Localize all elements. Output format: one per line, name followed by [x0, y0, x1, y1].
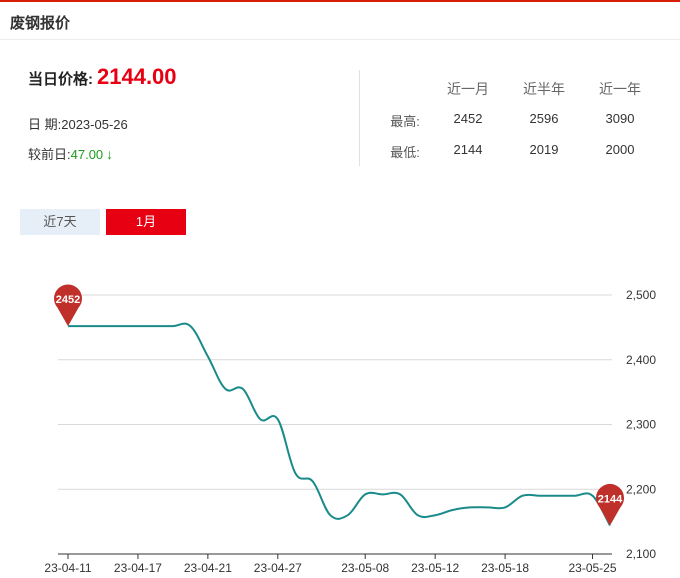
vertical-divider — [359, 70, 360, 166]
price-label: 当日价格: — [28, 71, 93, 88]
stats-high-month: 2452 — [453, 111, 483, 126]
date-row: 日 期:2023-05-26 — [28, 114, 128, 133]
date-value: 2023-05-26 — [61, 117, 128, 132]
panel-title: 废钢报价 — [10, 15, 71, 32]
stats-high-half-year: 2596 — [529, 111, 559, 126]
y-tick-label: 2,100 — [626, 547, 656, 561]
chart-grid — [58, 294, 612, 555]
current-price: 当日价格: 2144.00 — [28, 64, 177, 90]
x-tick-label: 23-04-17 — [114, 561, 162, 575]
stats-low-half-year: 2019 — [529, 142, 559, 157]
x-tick-label: 23-05-12 — [411, 561, 459, 575]
change-label: 较前日: — [28, 147, 71, 162]
stats-header-half-year: 近半年 — [523, 81, 565, 97]
x-tick-label: 23-04-11 — [44, 561, 91, 575]
change-value: 47.00 — [70, 147, 104, 162]
x-tick-label: 23-05-08 — [341, 561, 389, 575]
date-label: 日 期: — [28, 117, 62, 132]
pin-label: 2144 — [598, 494, 623, 506]
pin-label: 2452 — [56, 294, 80, 306]
down-arrow-icon: ↓ — [106, 146, 114, 162]
price-pin: 2144 — [596, 483, 624, 526]
y-tick-label: 2,200 — [626, 482, 656, 496]
x-tick-label: 23-04-27 — [254, 561, 302, 575]
y-tick-label: 2,500 — [626, 288, 656, 302]
stats-low-year: 2000 — [605, 142, 635, 157]
stats-high-year: 3090 — [605, 111, 635, 126]
price-value: 2144.00 — [97, 64, 177, 89]
y-tick-label: 2,300 — [626, 418, 656, 432]
y-axis-ticks: 2,500 2,400 2,300 2,200 2,100 — [626, 288, 656, 561]
stats-row-high-label: 最高: — [390, 114, 420, 129]
x-tick-label: 23-05-18 — [481, 561, 529, 575]
x-axis-ticks: 23-04-11 23-04-17 23-04-21 23-04-27 23-05-08… — [44, 553, 617, 575]
stats-low-month: 2144 — [453, 142, 483, 157]
y-tick-label: 2,400 — [626, 353, 656, 367]
price-pin: 2452 — [54, 284, 82, 327]
panel-header: 废钢报价 — [0, 2, 680, 40]
tab-7-days[interactable]: 近7天 — [20, 209, 100, 235]
tab-1-month[interactable]: 1月 — [106, 209, 186, 235]
stats-header-month: 近一月 — [447, 81, 489, 97]
stats-header-year: 近一年 — [599, 81, 641, 97]
x-tick-label: 23-05-25 — [568, 561, 616, 575]
x-tick-label: 23-04-21 — [184, 561, 232, 575]
stats-row-low-label: 最低: — [390, 145, 420, 160]
change-row: 较前日:47.00 ↓ — [28, 144, 113, 163]
price-line-chart: 2,5002,4002,3002,2002,100 23-04-11 23-04-… — [44, 284, 656, 575]
price-row: 当日价格: 2144.00 — [28, 64, 177, 90]
